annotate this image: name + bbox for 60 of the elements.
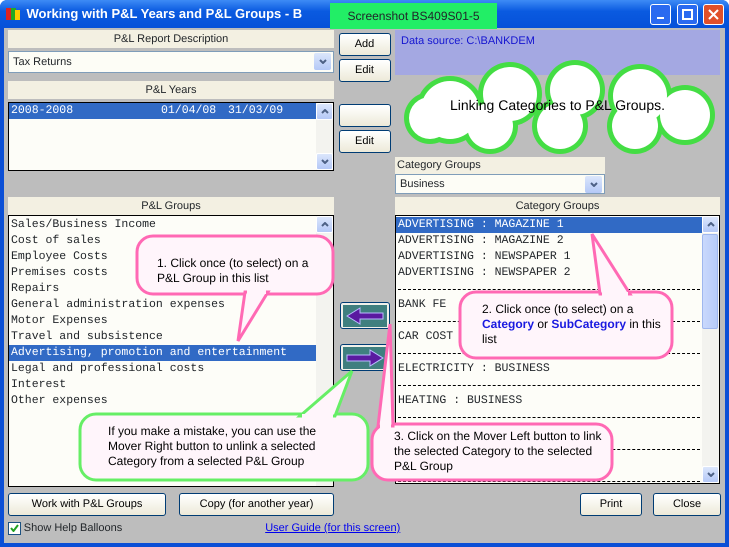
list-item[interactable]: Advertising, promotion and entertainment — [9, 344, 316, 360]
list-item[interactable]: Other expenses — [9, 392, 108, 408]
list-item[interactable]: Motor Expenses — [9, 312, 108, 328]
caret-icon — [320, 158, 328, 164]
caret-icon — [318, 59, 326, 64]
list-item[interactable]: ADVERTISING : MAGAZINE 1 — [396, 217, 702, 233]
list-item[interactable]: General administration expenses — [9, 296, 225, 312]
list-cell: 31/03/09 — [228, 102, 284, 118]
minimize-button[interactable] — [650, 4, 671, 24]
section-header: P&L Groups — [8, 196, 334, 214]
checkbox-label[interactable]: Show Help Balloons — [24, 520, 122, 536]
maximize-button[interactable] — [676, 4, 698, 24]
checkmark-icon — [10, 524, 19, 532]
section-header: Category Groups — [395, 197, 720, 215]
dropdown-field[interactable]: Tax Returns — [8, 50, 334, 73]
work-with-groups-button[interactable]: Work with P&L Groups — [8, 493, 166, 516]
list-item[interactable]: Sales/Business Income — [9, 216, 156, 232]
caret-icon — [590, 182, 598, 186]
list-item[interactable]: ADVERTISING : MAGAZINE 2 — [396, 233, 564, 249]
list-item[interactable]: ELECTRICITY : BUSINESS — [396, 361, 550, 377]
section-header: P&L Years — [8, 80, 334, 99]
side-button[interactable]: Add — [338, 33, 390, 56]
list-item[interactable]: Premises costs — [9, 264, 108, 280]
minimize-icon — [657, 17, 664, 19]
caret-icon — [320, 222, 328, 226]
list-item[interactable]: Repairs — [9, 280, 60, 296]
copy-button[interactable]: Copy (for another year) — [179, 493, 334, 516]
list-item[interactable]: HEATING : BUSINESS — [396, 393, 522, 409]
side-button[interactable]: Edit — [338, 59, 390, 82]
close-icon — [708, 8, 719, 20]
list-cell-text: 2008-2008 — [11, 102, 74, 118]
caret-icon — [706, 472, 714, 477]
print-button[interactable]: Print — [580, 493, 642, 516]
close-dialog-button[interactable]: Close — [653, 493, 721, 516]
caret-icon — [320, 108, 328, 114]
list-item[interactable]: CAR COST — [396, 329, 454, 345]
maximize-icon — [682, 8, 692, 20]
list-cell-text: 01/04/08 — [161, 102, 218, 118]
field-label[interactable]: Category Groups — [395, 157, 605, 174]
data-source-text: Data source: C:\BANKDEM — [401, 35, 535, 47]
app-icon — [5, 6, 21, 22]
list-item[interactable]: BANK FE — [396, 297, 446, 313]
section-header: P&L Report Description — [8, 30, 334, 48]
list-item[interactable]: Legal and professional costs — [9, 360, 204, 376]
list-item[interactable]: Interest — [9, 376, 66, 392]
close-button[interactable] — [703, 4, 724, 24]
screenshot-label: Screenshot BS409S01-5 — [330, 3, 497, 29]
mover-left-button[interactable] — [340, 302, 390, 329]
list-item[interactable]: ADVERTISING : NEWSPAPER 1 — [396, 249, 571, 265]
list-row[interactable]: 2008-2008 01/04/08 31/03/09 — [9, 102, 316, 118]
list-item[interactable]: Travel and subsistence — [9, 328, 163, 344]
dropdown-field[interactable]: Business — [395, 174, 605, 194]
list-item[interactable]: Cost of sales — [9, 232, 101, 248]
caret-icon — [706, 222, 714, 227]
window-title: Working with P&L Years and P&L Groups - B — [26, 5, 302, 24]
checkbox[interactable] — [8, 522, 21, 535]
list-item[interactable]: ADVERTISING : NEWSPAPER 2 — [396, 265, 571, 281]
user-guide-link[interactable]: User Guide (for this screen) — [265, 520, 400, 536]
list-item[interactable]: Employee Costs — [9, 248, 108, 264]
side-button[interactable]: Edit — [338, 130, 390, 153]
